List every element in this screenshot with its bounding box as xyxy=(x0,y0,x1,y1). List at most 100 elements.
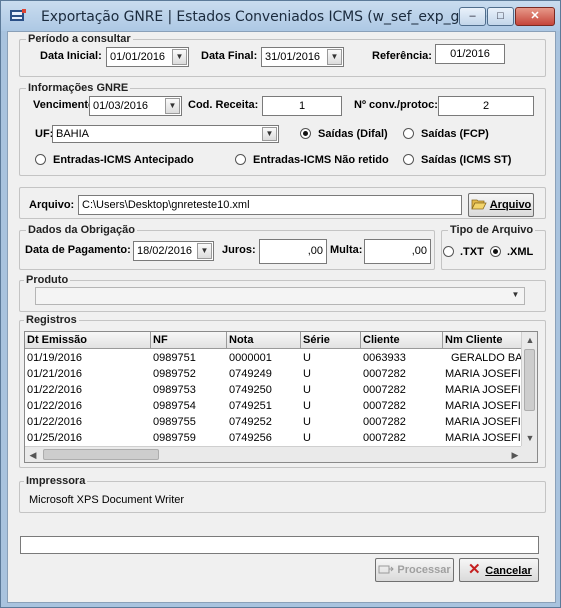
uf-select[interactable]: BAHIA ▼ xyxy=(52,125,279,143)
radio-xml-label: .XML xyxy=(507,246,534,258)
table-row[interactable]: 01/22/2016 0989754 0749251 U 0007282 MAR… xyxy=(25,398,523,414)
table-row[interactable]: 01/19/2016 0989751 0000001 U 0063933 GER… xyxy=(25,350,523,366)
radio-saidas-difal[interactable] xyxy=(300,128,311,139)
multa-label: Multa: xyxy=(330,244,363,256)
cell-cliente: 0063933 xyxy=(363,352,406,364)
vencimento-field[interactable]: 01/03/2016 ▼ xyxy=(89,96,182,116)
cell-nota: 0749256 xyxy=(229,432,272,444)
vertical-scrollbar[interactable]: ▲ ▼ xyxy=(521,332,537,446)
nconv-label: Nº conv./protoc: xyxy=(354,99,438,111)
radio-saidas-icms-st-label: Saídas (ICMS ST) xyxy=(421,154,512,166)
minimize-button[interactable]: – xyxy=(459,7,486,26)
window-title: Exportação GNRE | Estados Conveniados IC… xyxy=(41,9,488,25)
close-button[interactable]: ✕ xyxy=(515,7,555,26)
cell-nf: 0989751 xyxy=(153,352,196,364)
column-header-nf[interactable]: NF xyxy=(151,332,227,349)
arquivo-label: Arquivo: xyxy=(29,199,75,211)
vencimento-value: 01/03/2016 xyxy=(93,100,149,112)
cell-nm-cliente: MARIA JOSEFI xyxy=(445,432,521,444)
juros-label: Juros: xyxy=(222,244,256,256)
arquivo-path-field[interactable]: C:\Users\Desktop\gnreteste10.xml xyxy=(78,195,462,215)
chevron-down-icon[interactable]: ▼ xyxy=(327,49,342,65)
processar-button[interactable]: Processar xyxy=(375,558,454,582)
chevron-down-icon[interactable]: ▼ xyxy=(197,243,212,259)
data-pagamento-value: 18/02/2016 xyxy=(137,245,193,257)
radio-entradas-nao-retido[interactable] xyxy=(235,154,246,165)
radio-txt-label: .TXT xyxy=(460,246,484,258)
data-pagamento-label: Data de Pagamento: xyxy=(25,244,131,256)
data-final-value: 31/01/2016 xyxy=(265,51,321,63)
horizontal-scrollbar[interactable]: ◀ ▶ xyxy=(25,446,523,462)
radio-entradas-antecipado[interactable] xyxy=(35,154,46,165)
table-row[interactable]: 01/22/2016 0989753 0749250 U 0007282 MAR… xyxy=(25,382,523,398)
maximize-button[interactable]: □ xyxy=(487,7,514,26)
cell-dt-emissao: 01/22/2016 xyxy=(27,384,83,396)
cell-nota: 0749251 xyxy=(229,400,272,412)
column-header-dt-emissao[interactable]: Dt Emissão xyxy=(25,332,151,349)
cell-serie: U xyxy=(303,368,311,380)
uf-label: UF: xyxy=(35,128,54,140)
cell-nota: 0749252 xyxy=(229,416,272,428)
status-field xyxy=(20,536,539,554)
nconv-field[interactable]: 2 xyxy=(438,96,534,116)
column-header-serie[interactable]: Série xyxy=(301,332,361,349)
registros-table[interactable]: Dt Emissão NF Nota Série Cliente Nm Clie… xyxy=(24,331,538,463)
cancelar-button[interactable]: ✕ Cancelar xyxy=(459,558,539,582)
cell-nf: 0989759 xyxy=(153,432,196,444)
periodo-legend: Período a consultar xyxy=(26,33,133,45)
chevron-down-icon[interactable]: ▼ xyxy=(508,289,523,303)
data-final-label: Data Final: xyxy=(201,50,258,62)
cell-serie: U xyxy=(303,416,311,428)
radio-saidas-fcp[interactable] xyxy=(403,128,414,139)
cod-receita-field[interactable]: 1 xyxy=(262,96,342,116)
cell-nf: 0989753 xyxy=(153,384,196,396)
radio-xml[interactable] xyxy=(490,246,501,257)
cell-nf: 0989755 xyxy=(153,416,196,428)
data-pagamento-field[interactable]: 18/02/2016 ▼ xyxy=(133,241,214,261)
referencia-field[interactable]: 01/2016 xyxy=(435,44,505,64)
cell-nota: 0000001 xyxy=(229,352,272,364)
radio-saidas-fcp-label: Saídas (FCP) xyxy=(421,128,489,140)
column-header-nota[interactable]: Nota xyxy=(227,332,301,349)
arquivo-button[interactable]: Arquivo xyxy=(468,193,534,217)
obrigacao-legend: Dados da Obrigação xyxy=(26,224,137,236)
produto-select[interactable]: ▼ xyxy=(35,287,525,305)
cell-nm-cliente: MARIA JOSEFI xyxy=(445,384,521,396)
column-header-cliente[interactable]: Cliente xyxy=(361,332,443,349)
data-final-field[interactable]: 31/01/2016 ▼ xyxy=(261,47,344,67)
scroll-down-icon[interactable]: ▼ xyxy=(522,430,537,446)
chevron-down-icon[interactable]: ▼ xyxy=(165,98,180,114)
chevron-down-icon[interactable]: ▼ xyxy=(172,49,187,65)
cell-cliente: 0007282 xyxy=(363,400,406,412)
radio-txt[interactable] xyxy=(443,246,454,257)
data-inicial-field[interactable]: 01/01/2016 ▼ xyxy=(106,47,189,67)
cell-nm-cliente: MARIA JOSEFI xyxy=(445,400,521,412)
radio-entradas-antecipado-label: Entradas-ICMS Antecipado xyxy=(53,154,194,166)
column-header-nm-cliente[interactable]: Nm Cliente xyxy=(443,332,523,349)
juros-field[interactable]: ,00 xyxy=(259,239,327,264)
title-bar[interactable]: Exportação GNRE | Estados Conveniados IC… xyxy=(1,1,560,31)
cancelar-button-label: Cancelar xyxy=(485,565,532,577)
cell-serie: U xyxy=(303,432,311,444)
produto-legend: Produto xyxy=(24,274,71,286)
table-row[interactable]: 01/21/2016 0989752 0749249 U 0007282 MAR… xyxy=(25,366,523,382)
horizontal-scroll-thumb[interactable] xyxy=(43,449,159,460)
scroll-corner xyxy=(521,446,537,462)
chevron-down-icon[interactable]: ▼ xyxy=(262,127,277,141)
radio-saidas-icms-st[interactable] xyxy=(403,154,414,165)
table-row[interactable]: 01/22/2016 0989755 0749252 U 0007282 MAR… xyxy=(25,414,523,430)
cell-nm-cliente: MARIA JOSEFI xyxy=(445,416,521,428)
table-row[interactable]: 01/25/2016 0989759 0749256 U 0007282 MAR… xyxy=(25,430,523,446)
referencia-label: Referência: xyxy=(372,50,432,62)
scroll-up-icon[interactable]: ▲ xyxy=(522,332,537,348)
scroll-left-icon[interactable]: ◀ xyxy=(25,447,41,462)
cell-nota: 0749249 xyxy=(229,368,272,380)
cell-nota: 0749250 xyxy=(229,384,272,396)
radio-entradas-nao-retido-label: Entradas-ICMS Não retido xyxy=(253,154,389,166)
vertical-scroll-thumb[interactable] xyxy=(524,349,535,411)
cell-serie: U xyxy=(303,352,311,364)
arquivo-button-label: Arquivo xyxy=(489,199,532,211)
app-icon xyxy=(10,9,26,21)
multa-field[interactable]: ,00 xyxy=(364,239,431,264)
uf-value: BAHIA xyxy=(56,128,90,140)
